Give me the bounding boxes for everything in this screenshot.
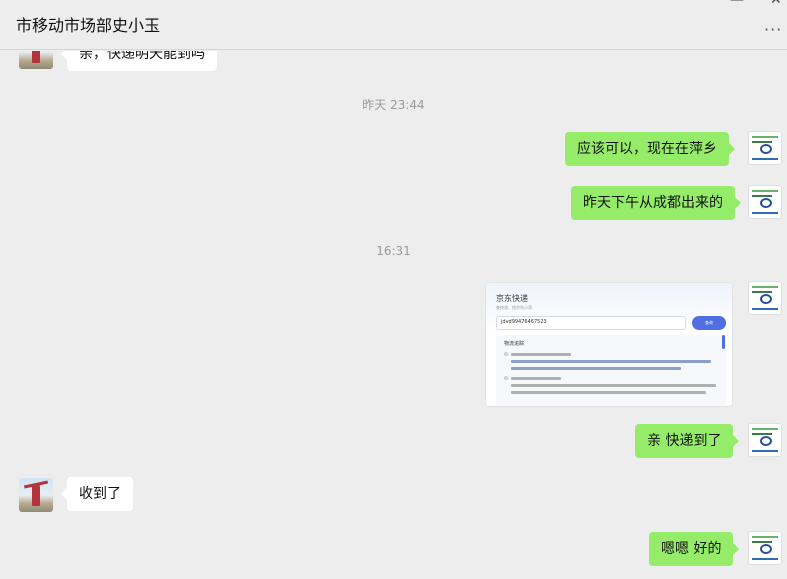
avatar-line bbox=[752, 291, 772, 293]
shipment-screenshot-image[interactable]: 京东快递 查快递、找京东小哥 jdvd99476467523 查询 物流追踪 bbox=[485, 282, 733, 407]
avatar-line bbox=[752, 136, 778, 138]
chat-header: 市移动市场部史小玉 — ✕ ··· bbox=[0, 0, 787, 50]
timeline-dot bbox=[504, 352, 508, 356]
avatar-line bbox=[752, 536, 778, 538]
contact-avatar[interactable] bbox=[19, 51, 53, 69]
text-line bbox=[511, 391, 706, 394]
text-line bbox=[511, 367, 681, 370]
avatar-line bbox=[752, 308, 778, 310]
my-avatar[interactable] bbox=[748, 423, 782, 457]
message-list[interactable]: 亲，快递明天能到吗 昨天 23:44 应该可以，现在在萍乡 昨天下午从成都出来的… bbox=[0, 51, 787, 579]
avatar-line bbox=[752, 212, 778, 214]
text-line bbox=[511, 377, 561, 380]
message-bubble-sent[interactable]: 嗯嗯 好的 bbox=[649, 532, 740, 566]
message-bubble-sent[interactable]: 昨天下午从成都出来的 bbox=[571, 186, 741, 220]
avatar-line bbox=[752, 286, 778, 288]
avatar-figure bbox=[32, 51, 40, 63]
message-bubble-received[interactable]: 亲，快递明天能到吗 bbox=[61, 51, 217, 71]
screenshot-title: 京东快递 bbox=[496, 294, 528, 303]
text-line bbox=[511, 360, 711, 363]
avatar-line bbox=[752, 433, 772, 435]
my-avatar[interactable] bbox=[748, 131, 782, 165]
screenshot-scrollbar bbox=[722, 335, 725, 349]
avatar-line bbox=[752, 141, 772, 143]
avatar-logo-icon bbox=[760, 544, 772, 554]
avatar-logo-icon bbox=[760, 198, 772, 208]
avatar-logo-icon bbox=[760, 144, 772, 154]
avatar-logo-icon bbox=[760, 436, 772, 446]
more-options-icon[interactable]: ··· bbox=[764, 20, 782, 39]
timestamp: 昨天 23:44 bbox=[362, 98, 425, 112]
screenshot-subtitle: 查快递、找京东小哥 bbox=[496, 305, 532, 310]
avatar-line bbox=[752, 450, 778, 452]
message-bubble-received[interactable]: 收到了 bbox=[61, 477, 133, 511]
my-avatar[interactable] bbox=[748, 185, 782, 219]
screenshot-query-button: 查询 bbox=[692, 316, 726, 330]
my-avatar[interactable] bbox=[748, 281, 782, 315]
screenshot-section-label: 物流追踪 bbox=[504, 341, 525, 347]
message-bubble-sent[interactable]: 亲 快递到了 bbox=[635, 424, 740, 458]
timeline-dot bbox=[504, 376, 508, 380]
minimize-icon[interactable]: — bbox=[730, 0, 744, 8]
avatar-line bbox=[752, 190, 778, 192]
screenshot-tracking-card bbox=[496, 335, 726, 406]
timestamp: 16:31 bbox=[376, 244, 411, 258]
contact-avatar[interactable] bbox=[19, 478, 53, 512]
text-line bbox=[511, 384, 716, 387]
screenshot-tracking-number: jdvd99476467523 bbox=[501, 319, 547, 325]
screenshot-query-label: 查询 bbox=[705, 320, 713, 325]
text-line bbox=[511, 353, 571, 356]
avatar-line bbox=[752, 158, 778, 160]
my-avatar[interactable] bbox=[748, 531, 782, 565]
avatar-line bbox=[752, 195, 772, 197]
avatar-figure bbox=[32, 484, 40, 506]
avatar-logo-icon bbox=[760, 294, 772, 304]
avatar-line bbox=[752, 428, 778, 430]
avatar-line bbox=[752, 541, 772, 543]
chat-title: 市移动市场部史小玉 bbox=[16, 16, 161, 35]
avatar-line bbox=[752, 558, 778, 560]
close-icon[interactable]: ✕ bbox=[770, 0, 782, 8]
message-bubble-sent[interactable]: 应该可以，现在在萍乡 bbox=[565, 132, 735, 166]
